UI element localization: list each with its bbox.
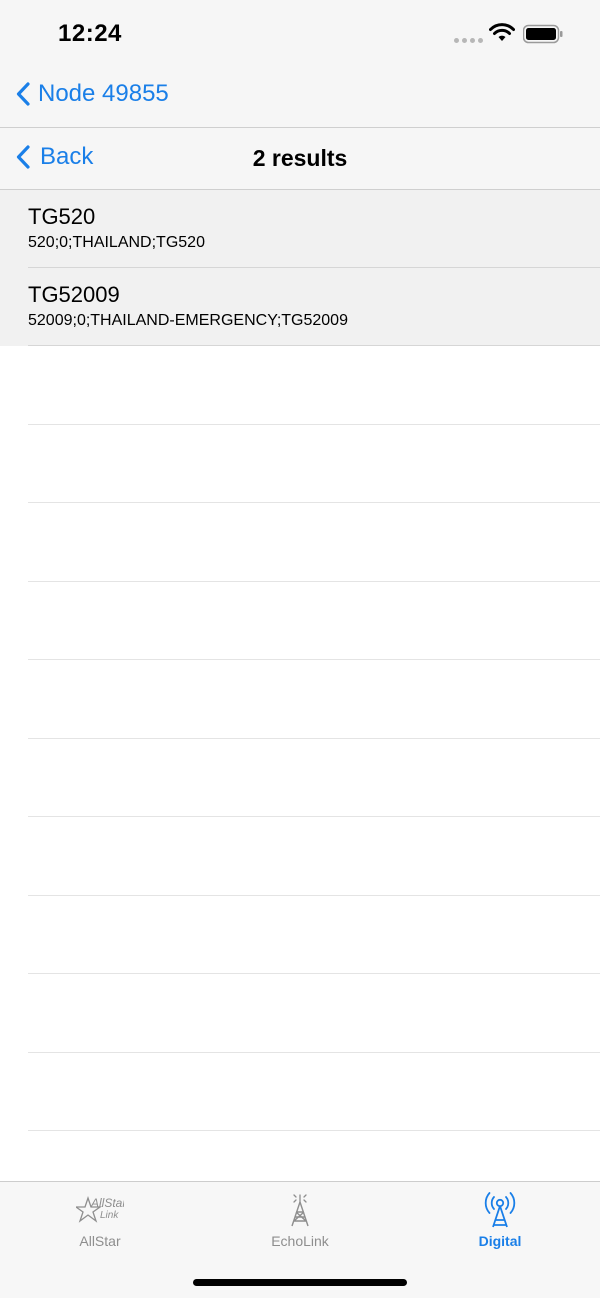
tab-echolink[interactable]: EchoLink — [200, 1190, 400, 1249]
results-nav-bar: Back 2 results — [0, 128, 600, 190]
result-subtitle: 520;0;THAILAND;TG520 — [28, 234, 205, 251]
tab-allstar[interactable]: AllStar Link AllStar — [0, 1190, 200, 1249]
empty-row-separator — [28, 817, 600, 896]
results-list: TG520 520;0;THAILAND;TG520 TG52009 52009… — [0, 190, 600, 346]
parent-nav-bar: Node 49855 — [0, 66, 600, 128]
result-subtitle: 52009;0;THAILAND-EMERGENCY;TG52009 — [28, 312, 348, 329]
result-row[interactable]: TG520 520;0;THAILAND;TG520 — [0, 190, 600, 268]
status-time: 12:24 — [58, 20, 122, 47]
empty-row-separator — [28, 896, 600, 974]
svg-text:AllStar: AllStar — [90, 1196, 124, 1210]
empty-table-area — [0, 346, 600, 1131]
empty-row-separator — [28, 582, 600, 660]
page-title: 2 results — [252, 145, 348, 171]
battery-icon — [523, 24, 563, 44]
svg-text:Link: Link — [100, 1210, 119, 1221]
result-title: TG52009 — [28, 282, 120, 307]
result-row[interactable]: TG52009 52009;0;THAILAND-EMERGENCY;TG520… — [0, 268, 600, 346]
empty-row-separator — [28, 660, 600, 739]
radio-tower-icon — [291, 1194, 309, 1227]
tab-digital[interactable]: Digital — [400, 1190, 600, 1249]
status-bar: 12:24 — [0, 0, 600, 66]
empty-row-separator — [28, 739, 600, 817]
empty-row-separator — [28, 425, 600, 503]
empty-row-separator — [28, 346, 600, 425]
tab-allstar-label: AllStar — [79, 1233, 121, 1249]
allstar-link-logo-icon: AllStar Link — [76, 1195, 124, 1223]
result-title: TG520 — [28, 204, 96, 229]
home-indicator[interactable] — [193, 1279, 407, 1286]
tab-digital-label: Digital — [478, 1233, 522, 1249]
empty-row-separator — [28, 503, 600, 582]
back-to-node-button[interactable]: Node 49855 — [16, 80, 169, 108]
back-to-node-label: Node 49855 — [38, 80, 169, 107]
empty-row-separator — [28, 1053, 600, 1131]
wifi-icon — [489, 23, 515, 41]
tab-echolink-label: EchoLink — [271, 1233, 329, 1249]
broadcast-antenna-icon — [484, 1192, 516, 1228]
cellular-signal-icon — [454, 38, 483, 43]
empty-row-separator — [28, 974, 600, 1053]
chevron-left-icon — [16, 82, 30, 106]
tab-bar: AllStar Link AllStar EchoLink Digital — [0, 1181, 600, 1298]
